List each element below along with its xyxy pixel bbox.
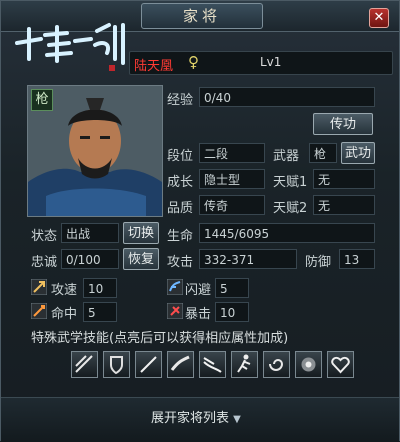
status-value: 出战 (61, 223, 119, 243)
spear-skill-icon (140, 356, 157, 373)
hp-label: 生命 (167, 229, 194, 244)
crit-icon (167, 303, 183, 319)
growth-value: 隐士型 (199, 169, 265, 189)
close-button[interactable]: ✕ (369, 8, 389, 28)
skill-slot-6[interactable] (231, 351, 258, 378)
hp-value: 1445/6095 (199, 223, 375, 243)
swipe-skill-icon (203, 357, 222, 373)
speed-value: 10 (83, 278, 117, 298)
recover-button[interactable]: 恢复 (123, 248, 159, 270)
whirlwind-skill-icon (269, 359, 284, 371)
expand-label: 展开家将列表 (151, 411, 230, 426)
hit-icon (31, 303, 47, 319)
name-bar: 陆天凰 ♀ Lv1 (129, 51, 393, 75)
weapon-type-badge: 枪 (31, 89, 53, 111)
talent2-label: 天赋2 (273, 201, 308, 216)
quality-value: 传奇 (199, 195, 265, 215)
level-text: Lv1 (260, 55, 282, 69)
dash-skill-icon (75, 355, 93, 373)
skill-slot-2[interactable] (103, 351, 130, 378)
window-title: 家将 (141, 3, 263, 29)
rank-label: 段位 (167, 149, 194, 164)
attack-label: 攻击 (167, 255, 194, 270)
dodge-label: 闪避 (185, 283, 212, 298)
dodge-icon (167, 279, 183, 295)
skill-slot-5[interactable] (199, 351, 226, 378)
close-icon: ✕ (373, 10, 385, 25)
chevron-down-icon: ▼ (233, 414, 241, 425)
skill-slot-8[interactable] (295, 351, 322, 378)
general-window: 家将 ✕ 陆天凰 ♀ Lv1 枪 经验 0/40 传功 段位 二段 武器 枪 武… (0, 0, 400, 442)
weapon-value: 枪 (309, 143, 337, 163)
status-label: 状态 (31, 229, 58, 244)
weapon-label: 武器 (273, 149, 300, 164)
switch-button[interactable]: 切换 (123, 222, 159, 244)
quality-label: 品质 (167, 201, 194, 216)
skill-slot-3[interactable] (135, 351, 162, 378)
game-logo (15, 23, 125, 71)
attack-value: 332-371 (199, 249, 297, 269)
heart-skill-icon (331, 356, 350, 374)
general-portrait: 枪 (27, 85, 163, 217)
slash-skill-icon (170, 355, 190, 371)
skill-slot-9[interactable] (327, 351, 354, 378)
burst-skill-icon (301, 357, 316, 372)
skills-header: 特殊武学技能(点亮后可以获得相应属性加成) (31, 331, 289, 346)
runner-skill-icon (237, 354, 251, 373)
talent1-label: 天赋1 (273, 175, 308, 190)
skill-slot-4[interactable] (167, 351, 194, 378)
attack-speed-icon (31, 279, 47, 295)
hit-label: 命中 (51, 307, 78, 322)
exp-value: 0/40 (199, 87, 375, 107)
crit-label: 暴击 (185, 307, 212, 322)
defense-value: 13 (339, 249, 375, 269)
defense-label: 防御 (305, 255, 332, 270)
growth-label: 成长 (167, 175, 194, 190)
martial-arts-button[interactable]: 武功 (341, 142, 375, 164)
loyalty-value: 0/100 (61, 249, 119, 269)
shield-skill-icon (110, 356, 123, 375)
speed-label: 攻速 (51, 283, 78, 298)
exp-label: 经验 (167, 93, 194, 108)
talent1-value: 无 (313, 169, 375, 189)
skill-slot-7[interactable] (263, 351, 290, 378)
skill-slot-1[interactable] (71, 351, 98, 378)
dodge-value: 5 (215, 278, 249, 298)
rank-value: 二段 (199, 143, 265, 163)
loyalty-label: 忠诚 (31, 255, 58, 270)
hit-value: 5 (83, 302, 117, 322)
gender-icon: ♀ (188, 53, 199, 71)
crit-value: 10 (215, 302, 249, 322)
general-name: 陆天凰 (134, 59, 174, 74)
transfer-button[interactable]: 传功 (313, 113, 373, 135)
expand-general-list-button[interactable]: 展开家将列表 ▼ (151, 407, 241, 426)
talent2-value: 无 (313, 195, 375, 215)
